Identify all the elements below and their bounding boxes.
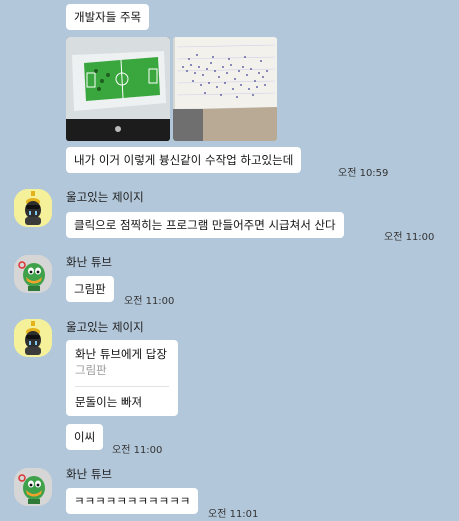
sender-name: 화난 튜브 bbox=[66, 467, 112, 481]
photo-attachment-1[interactable] bbox=[66, 37, 170, 141]
quoted-message[interactable]: 그림판 bbox=[75, 362, 169, 378]
reply-message-bubble[interactable]: 화난 튜브에게 답장 그림판 문돌이는 빠져 bbox=[66, 340, 178, 416]
soccer-field-screen-image bbox=[66, 37, 170, 141]
jeiji-avatar[interactable] bbox=[14, 189, 52, 227]
jay-g-character-icon bbox=[14, 319, 52, 357]
sender-name: 울고있는 제이지 bbox=[66, 320, 144, 334]
sender-name: 화난 튜브 bbox=[66, 255, 112, 269]
message-time: 오전 10:59 bbox=[338, 168, 389, 179]
message-time: 오전 11:00 bbox=[112, 445, 163, 456]
tube-avatar[interactable] bbox=[14, 255, 52, 293]
message-time: 오전 11:01 bbox=[208, 509, 259, 520]
message-bubble[interactable]: 그림판 bbox=[66, 276, 114, 302]
message-bubble[interactable]: 이씨 bbox=[66, 424, 104, 450]
tube-duck-character-icon bbox=[14, 255, 52, 293]
message-text: 클릭으로 점찍히는 프로그램 만들어주면 시급쳐서 산다 bbox=[74, 218, 336, 232]
tube-avatar[interactable] bbox=[14, 468, 52, 506]
message-time: 오전 11:00 bbox=[384, 232, 435, 243]
reply-divider bbox=[75, 386, 169, 387]
message-bubble[interactable]: 클릭으로 점찍히는 프로그램 만들어주면 시급쳐서 산다 bbox=[66, 212, 344, 238]
sender-name: 울고있는 제이지 bbox=[66, 190, 144, 204]
message-text: 그림판 bbox=[74, 282, 106, 296]
message-bubble[interactable]: 내가 이거 이렇게 븅신같이 수작업 하고있는데 bbox=[66, 147, 302, 173]
message-text: 문돌이는 빠져 bbox=[75, 395, 143, 409]
message-time: 오전 11:00 bbox=[124, 296, 175, 307]
message-bubble[interactable]: ㅋㅋㅋㅋㅋㅋㅋㅋㅋㅋㅋ bbox=[66, 488, 199, 514]
message-bubble[interactable]: 개발자들 주목 bbox=[66, 4, 150, 30]
jay-g-character-icon bbox=[14, 189, 52, 227]
reply-target: 화난 튜브에게 답장 bbox=[75, 347, 167, 361]
message-text: 개발자들 주목 bbox=[74, 10, 142, 24]
message-text: 내가 이거 이렇게 븅신같이 수작업 하고있는데 bbox=[74, 153, 294, 167]
photo-attachment-2[interactable] bbox=[173, 37, 277, 141]
message-text: 이씨 bbox=[74, 430, 96, 444]
tube-duck-character-icon bbox=[14, 468, 52, 506]
message-text: ㅋㅋㅋㅋㅋㅋㅋㅋㅋㅋㅋ bbox=[74, 494, 191, 508]
dotted-paper-image bbox=[173, 37, 277, 141]
jeiji-avatar[interactable] bbox=[14, 319, 52, 357]
